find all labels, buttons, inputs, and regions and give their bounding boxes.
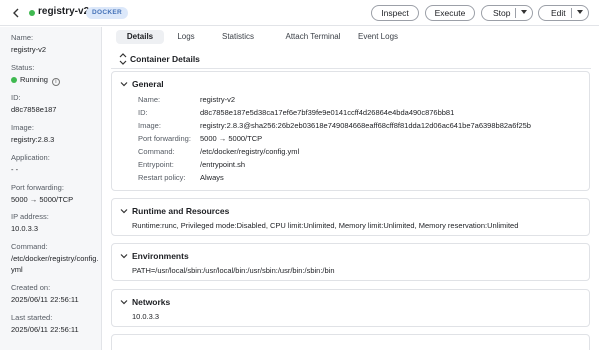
ip-address-label: IP address:	[11, 212, 49, 221]
type-badge: DOCKER	[86, 7, 128, 19]
stop-button-label: Stop	[493, 8, 511, 18]
status-value-row: Running i	[11, 74, 99, 86]
port-forwarding-label: Port forwarding:	[11, 183, 64, 192]
tab-details[interactable]: Details	[116, 30, 164, 44]
edit-button-label: Edit	[551, 8, 566, 18]
button-divider	[515, 8, 516, 18]
running-status-dot	[29, 10, 35, 16]
chevron-down-icon[interactable]	[120, 252, 128, 260]
stop-button[interactable]: Stop	[481, 5, 533, 21]
inspect-button-label: Inspect	[381, 8, 409, 18]
environments-title: Environments	[132, 251, 189, 261]
divider	[111, 68, 591, 69]
edit-dropdown-icon[interactable]	[577, 10, 583, 14]
runtime-panel: Runtime and Resources Runtime:runc, Priv…	[111, 198, 590, 236]
status-value: Running	[20, 75, 48, 84]
button-divider	[571, 8, 572, 18]
general-panel: General Name: registry-v2 ID: d8c7858e18…	[111, 71, 590, 191]
general-value: registry:2.8.3@sha256:26b2eb03618e749084…	[200, 121, 531, 130]
chevron-down-icon[interactable]	[120, 80, 128, 88]
name-value: registry-v2	[11, 45, 47, 54]
environments-text: PATH=/usr/local/sbin:/usr/local/bin:/usr…	[132, 266, 335, 275]
general-value: /etc/docker/registry/config.yml	[200, 147, 300, 156]
created-on-label: Created on:	[11, 283, 51, 292]
general-value: /entrypoint.sh	[200, 160, 246, 169]
tab-event-logs[interactable]: Event Logs	[353, 30, 403, 44]
general-value: Always	[200, 173, 224, 182]
page-title: registry-v2	[38, 6, 90, 17]
status-label: Status:	[11, 63, 35, 72]
general-key: ID:	[138, 108, 148, 117]
inspect-button[interactable]: Inspect	[371, 5, 419, 21]
networks-title: Networks	[132, 297, 171, 307]
port-forwarding-value: 5000 → 5000/TCP	[11, 195, 74, 204]
edit-button[interactable]: Edit	[538, 5, 589, 21]
expand-collapse-icon[interactable]	[119, 53, 127, 65]
stop-dropdown-icon[interactable]	[521, 10, 527, 14]
general-key: Command:	[138, 147, 175, 156]
section-title: Container Details	[130, 54, 200, 64]
general-key: Restart policy:	[138, 173, 186, 182]
tab-attach-terminal[interactable]: Attach Terminal	[273, 30, 353, 44]
general-key: Name:	[138, 95, 161, 104]
info-icon[interactable]: i	[51, 78, 60, 86]
general-value: 5000 → 5000/TCP	[200, 134, 263, 143]
created-on-value: 2025/06/11 22:56:11	[11, 295, 79, 304]
runtime-text: Runtime:runc, Privileged mode:Disabled, …	[132, 221, 519, 230]
general-key: Entrypoint:	[138, 160, 174, 169]
id-label: ID:	[11, 93, 21, 102]
command-label: Command:	[11, 242, 48, 251]
tab-logs[interactable]: Logs	[171, 30, 201, 44]
summary-sidebar: Name: registry-v2 Status: Running i ID: d…	[0, 27, 102, 350]
image-label: Image:	[11, 123, 34, 132]
tab-bar: Details Logs Statistics Attach Terminal …	[103, 27, 599, 47]
next-panel	[111, 334, 590, 350]
application-value: - -	[11, 165, 19, 174]
application-label: Application:	[11, 153, 50, 162]
id-value: d8c7858e187	[11, 105, 57, 114]
image-value: registry:2.8.3	[11, 135, 55, 144]
runtime-title: Runtime and Resources	[132, 206, 230, 216]
general-key: Image:	[138, 121, 161, 130]
tab-statistics[interactable]: Statistics	[213, 30, 263, 44]
main-content: Details Logs Statistics Attach Terminal …	[103, 27, 599, 350]
networks-text: 10.0.3.3	[132, 312, 160, 321]
back-icon[interactable]	[10, 6, 22, 20]
execute-button-label: Execute	[434, 8, 466, 18]
general-value: registry-v2	[200, 95, 236, 104]
last-started-label: Last started:	[11, 313, 53, 322]
last-started-value: 2025/06/11 22:56:11	[11, 325, 79, 334]
general-key: Port forwarding:	[138, 134, 191, 143]
chevron-down-icon[interactable]	[120, 207, 128, 215]
ip-address-value: 10.0.3.3	[11, 224, 39, 233]
top-bar: registry-v2 DOCKER Inspect Execute Stop …	[0, 0, 599, 26]
general-title: General	[132, 79, 164, 89]
name-label: Name:	[11, 33, 34, 42]
running-dot	[11, 76, 17, 83]
execute-button[interactable]: Execute	[425, 5, 475, 21]
chevron-down-icon[interactable]	[120, 298, 128, 306]
general-value: d8c7858e187e5d38ca17ef6e7bf39fe9e0141ccf…	[200, 108, 455, 117]
networks-panel: Networks 10.0.3.3	[111, 289, 590, 327]
command-value: /etc/docker/registry/config.yml	[11, 254, 99, 274]
environments-panel: Environments PATH=/usr/local/sbin:/usr/l…	[111, 243, 590, 281]
